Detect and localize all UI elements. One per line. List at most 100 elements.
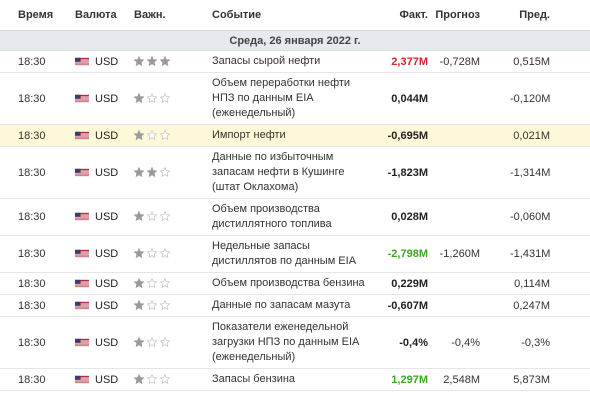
actual-value: -2,798M [370, 235, 434, 273]
currency-code: USD [95, 92, 119, 105]
star-empty-icon [160, 277, 170, 288]
table-row[interactable]: 18:30 USD Показатели еженедельной загрузки… [0, 316, 590, 369]
us-flag-icon [75, 168, 89, 176]
star-empty-icon [147, 373, 157, 384]
actual-value: -1,823M [370, 146, 434, 199]
us-flag-icon [75, 57, 89, 65]
currency-code: USD [95, 277, 119, 290]
table-row[interactable]: 18:30 USD Недельные запасы дистиллятов по … [0, 235, 590, 273]
event-currency: USD [75, 72, 134, 125]
star-filled-icon [147, 166, 157, 177]
table-row[interactable]: 18:30 USD Данные по запасам мазута -0,607M 0… [0, 294, 590, 317]
star-filled-icon [134, 336, 144, 347]
star-filled-icon [134, 373, 144, 384]
forecast-value: -0,728M [434, 50, 510, 73]
importance-stars [134, 316, 212, 369]
importance-stars [134, 294, 212, 317]
event-name[interactable]: Показатели еженедельной загрузки НПЗ по … [212, 316, 370, 369]
header-previous[interactable]: Пред. [510, 0, 590, 31]
actual-value: 2,377M [370, 50, 434, 73]
table-row[interactable]: 18:30 USD Объем производства дистиллятного… [0, 198, 590, 236]
event-time: 18:30 [0, 146, 75, 199]
forecast-value [434, 198, 510, 236]
event-currency: USD [75, 272, 134, 295]
event-time: 18:30 [0, 294, 75, 317]
actual-value: -0,695M [370, 124, 434, 147]
header-forecast[interactable]: Прогноз [434, 0, 510, 31]
star-empty-icon [147, 336, 157, 347]
event-name[interactable]: Объем переработки нефти НПЗ по данным EI… [212, 72, 370, 125]
previous-value: -0,3% [510, 316, 590, 369]
event-name[interactable]: Объем производства дистиллятного топлива [212, 198, 370, 236]
currency-code: USD [95, 336, 119, 349]
event-name[interactable]: Объем производства бензина [212, 272, 370, 295]
star-empty-icon [160, 336, 170, 347]
importance-stars [134, 50, 212, 73]
table-row[interactable]: 18:30 USD Импорт нефти -0,695M 0,021M [0, 124, 590, 147]
currency-code: USD [95, 299, 119, 312]
currency-code: USD [95, 55, 119, 68]
event-name[interactable]: Данные по избыточным запасам нефти в Куш… [212, 146, 370, 199]
star-filled-icon [160, 55, 170, 66]
previous-value: 0,247M [510, 294, 590, 317]
header-time[interactable]: Время [0, 0, 75, 31]
currency-code: USD [95, 373, 119, 386]
forecast-value: 2,548M [434, 368, 510, 391]
importance-stars [134, 368, 212, 391]
currency-code: USD [95, 248, 119, 260]
importance-stars [134, 198, 212, 236]
currency-code: USD [95, 129, 119, 142]
economic-calendar-table: Время Валюта Важн. Событие Факт. Прогноз… [0, 0, 590, 391]
event-time: 18:30 [0, 368, 75, 391]
currency-code: USD [95, 211, 119, 223]
actual-value: -0,4% [370, 316, 434, 369]
star-filled-icon [134, 166, 144, 177]
header-event[interactable]: Событие [212, 0, 370, 31]
star-empty-icon [160, 211, 170, 221]
forecast-value [434, 146, 510, 199]
us-flag-icon [75, 301, 89, 309]
previous-value: -1,431M [510, 235, 590, 273]
forecast-value [434, 72, 510, 125]
previous-value: 0,021M [510, 124, 590, 147]
event-currency: USD [75, 198, 134, 236]
star-empty-icon [160, 92, 170, 103]
importance-stars [134, 124, 212, 147]
event-name[interactable]: Запасы бензина [212, 368, 370, 391]
importance-stars [134, 272, 212, 295]
actual-value: -0,607M [370, 294, 434, 317]
us-flag-icon [75, 94, 89, 102]
event-name[interactable]: Недельные запасы дистиллятов по данным E… [212, 235, 370, 273]
header-actual[interactable]: Факт. [370, 0, 434, 31]
star-empty-icon [147, 248, 157, 258]
event-name[interactable]: Данные по запасам мазута [212, 294, 370, 317]
event-name[interactable]: Запасы сырой нефти [212, 50, 370, 73]
us-flag-icon [75, 212, 89, 221]
event-name[interactable]: Импорт нефти [212, 124, 370, 147]
star-empty-icon [160, 129, 170, 140]
table-row[interactable]: 18:30 USD Запасы бензина 1,297M 2,548M 5,873M [0, 368, 590, 391]
star-filled-icon [134, 129, 144, 140]
star-empty-icon [147, 211, 157, 221]
importance-stars [134, 146, 212, 199]
forecast-value [434, 272, 510, 295]
previous-value: 0,515M [510, 50, 590, 73]
header-currency[interactable]: Валюта [75, 0, 134, 31]
event-time: 18:30 [0, 316, 75, 369]
header-importance[interactable]: Важн. [134, 0, 212, 31]
table-row[interactable]: 18:30 USD Объем производства бензина 0,229M… [0, 272, 590, 295]
table-row[interactable]: 18:30 USD Запасы сырой нефти 2,377M -0,728M 0… [0, 50, 590, 73]
table-row[interactable]: 18:30 USD Данные по избыточным запасам неф… [0, 146, 590, 199]
forecast-value: -1,260M [434, 235, 510, 273]
event-currency: USD [75, 124, 134, 147]
us-flag-icon [75, 279, 89, 287]
star-filled-icon [134, 277, 144, 288]
forecast-value: -0,4% [434, 316, 510, 369]
star-empty-icon [160, 166, 170, 177]
us-flag-icon [75, 338, 89, 346]
event-time: 18:30 [0, 50, 75, 73]
table-row[interactable]: 18:30 USD Объем переработки нефти НПЗ по д… [0, 72, 590, 125]
event-currency: USD [75, 146, 134, 199]
event-currency: USD [75, 368, 134, 391]
us-flag-icon [75, 131, 89, 139]
